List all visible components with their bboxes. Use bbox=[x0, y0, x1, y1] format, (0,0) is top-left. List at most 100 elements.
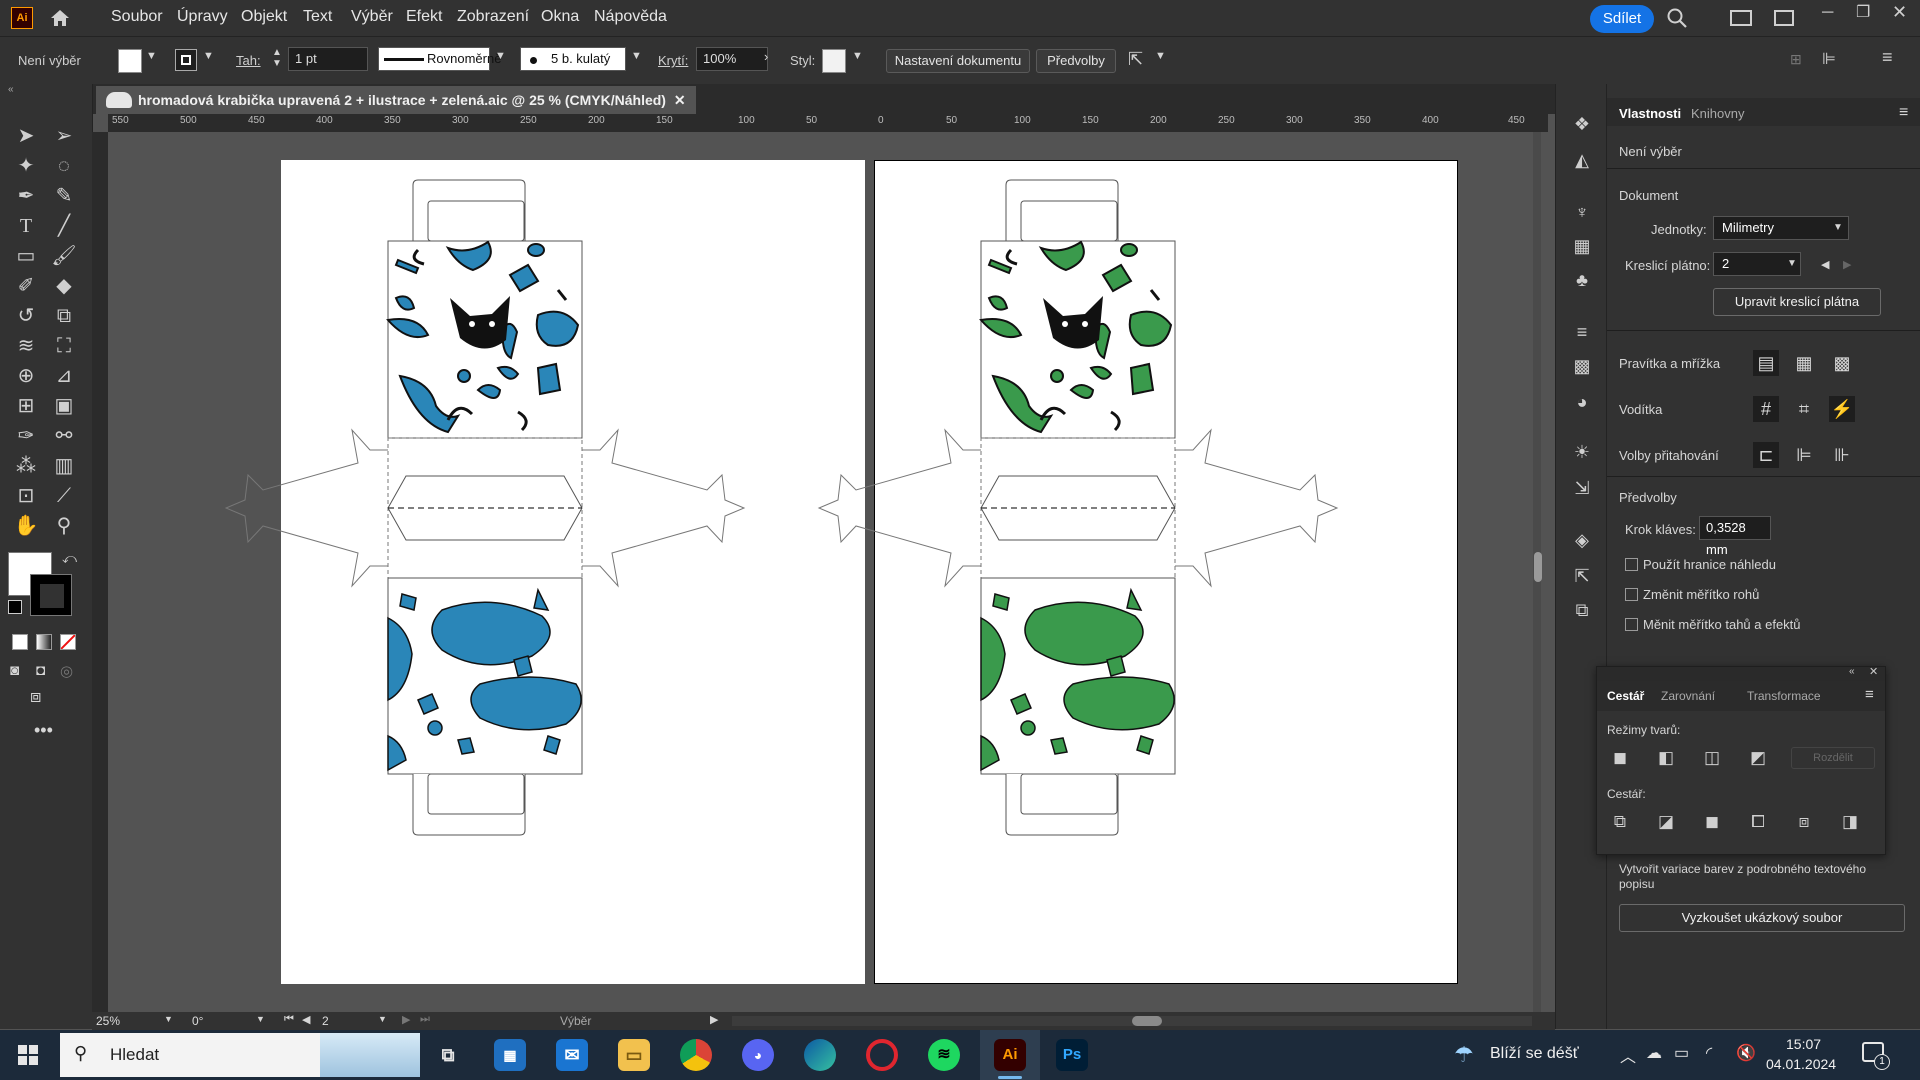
trim-icon[interactable]: ◪ bbox=[1655, 811, 1677, 833]
panel-menu-icon[interactable]: ≡ bbox=[1882, 47, 1893, 68]
column-graph-tool-icon[interactable]: ▥ bbox=[50, 452, 78, 480]
stroke-swatch[interactable] bbox=[175, 49, 197, 71]
scale-strokes-checkbox[interactable] bbox=[1625, 618, 1638, 631]
status-menu-icon[interactable]: ▶ bbox=[710, 1013, 718, 1026]
symbols-icon[interactable]: ♣ bbox=[1570, 268, 1594, 292]
crop-icon[interactable]: ⧠ bbox=[1747, 811, 1769, 833]
chevron-down-icon[interactable]: ▼ bbox=[631, 50, 642, 62]
edit-artboards-button[interactable]: Upravit kreslicí plátna bbox=[1713, 288, 1881, 316]
collapse-panel-icon[interactable]: « bbox=[1849, 666, 1855, 677]
zoom-tool-icon[interactable]: ⚲ bbox=[50, 512, 78, 540]
discord-icon[interactable]: ◕ bbox=[742, 1039, 774, 1071]
lasso-tool-icon[interactable]: ◌ bbox=[50, 152, 78, 180]
chevron-down-icon[interactable]: ▼ bbox=[852, 50, 863, 62]
previous-artboard-icon[interactable]: ◀ bbox=[1821, 258, 1829, 271]
clock-time[interactable]: 15:07 bbox=[1786, 1036, 1821, 1052]
type-tool-icon[interactable]: T bbox=[12, 212, 40, 240]
first-artboard-icon[interactable]: ⏮ bbox=[284, 1013, 294, 1026]
vertical-scroll-thumb[interactable] bbox=[1534, 552, 1542, 582]
menu-vyber[interactable]: Výběr bbox=[351, 8, 393, 26]
opacity-label[interactable]: Krytí: bbox=[658, 53, 688, 68]
opacity-input[interactable]: 100% bbox=[696, 47, 768, 71]
zoom-select[interactable]: 25% bbox=[96, 1012, 160, 1030]
artboard-tool-icon[interactable]: ⊡ bbox=[12, 482, 40, 510]
close-tab-icon[interactable]: ✕ bbox=[674, 92, 686, 108]
recolor-icon[interactable]: ◭ bbox=[1570, 148, 1594, 172]
tab-align[interactable]: Zarovnání bbox=[1661, 689, 1715, 703]
selection-tool-icon[interactable]: ➤ bbox=[12, 122, 40, 150]
opera-icon[interactable] bbox=[866, 1039, 898, 1071]
minus-back-icon[interactable]: ◨ bbox=[1839, 811, 1861, 833]
chevron-up-icon[interactable]: ︿ bbox=[1620, 1043, 1636, 1067]
appearance-icon[interactable]: ☀ bbox=[1570, 440, 1594, 464]
close-icon[interactable]: ✕ bbox=[1892, 2, 1907, 23]
horizontal-scroll-thumb[interactable] bbox=[1132, 1016, 1162, 1026]
stroke-color-swatch[interactable] bbox=[30, 574, 72, 616]
menu-napoveda[interactable]: Nápověda bbox=[594, 8, 667, 26]
panel-menu-icon[interactable]: ≡ bbox=[1899, 104, 1908, 122]
stroke-label[interactable]: Tah: bbox=[236, 53, 261, 68]
mail-icon[interactable]: ✉ bbox=[556, 1039, 588, 1071]
free-transform-tool-icon[interactable]: ⛶ bbox=[50, 332, 78, 360]
chevron-down-icon[interactable]: ▼ bbox=[146, 50, 157, 62]
spotify-icon[interactable]: ≋ bbox=[928, 1039, 960, 1071]
weather-icon[interactable]: ☂ bbox=[1454, 1042, 1474, 1068]
grid-icon[interactable]: ▦ bbox=[1791, 350, 1817, 376]
restore-icon[interactable]: ❐ bbox=[1856, 2, 1870, 22]
fill-swatch[interactable] bbox=[118, 49, 142, 73]
layers-icon[interactable]: ◈ bbox=[1570, 528, 1594, 552]
menu-efekt[interactable]: Efekt bbox=[406, 8, 442, 26]
symbol-sprayer-tool-icon[interactable]: ⁂ bbox=[12, 452, 40, 480]
align-icon[interactable]: ⊞ bbox=[1790, 51, 1802, 68]
export-icon[interactable]: ⇱ bbox=[1570, 564, 1594, 588]
next-artboard-icon[interactable]: ▶ bbox=[1843, 258, 1851, 271]
magic-wand-tool-icon[interactable]: ✦ bbox=[12, 152, 40, 180]
units-select[interactable]: Milimetry bbox=[1713, 216, 1849, 240]
blend-tool-icon[interactable]: ⚯ bbox=[50, 422, 78, 450]
photoshop-icon[interactable]: Ps bbox=[1056, 1039, 1088, 1071]
exclude-icon[interactable]: ◩ bbox=[1747, 747, 1769, 769]
menu-zobrazeni[interactable]: Zobrazení bbox=[457, 8, 529, 26]
color-mode-icon[interactable] bbox=[12, 634, 28, 650]
previous-artboard-icon[interactable]: ◀ bbox=[302, 1013, 310, 1026]
windows-start-icon[interactable] bbox=[18, 1045, 38, 1065]
transform-icon[interactable]: ⇱ bbox=[1128, 49, 1143, 70]
tab-properties[interactable]: Vlastnosti bbox=[1619, 106, 1681, 121]
menu-text[interactable]: Text bbox=[303, 8, 332, 26]
more-tools-icon[interactable]: ••• bbox=[34, 720, 53, 741]
show-guides-icon[interactable]: # bbox=[1753, 396, 1779, 422]
search-icon[interactable] bbox=[1666, 7, 1688, 29]
swap-colors-icon[interactable]: ⤺ bbox=[62, 550, 77, 567]
perspective-grid-tool-icon[interactable]: ⊿ bbox=[50, 362, 78, 390]
distribute-icon[interactable]: ⊫ bbox=[1822, 49, 1836, 69]
workspace-icon[interactable] bbox=[1774, 10, 1794, 26]
menu-soubor[interactable]: Soubor bbox=[111, 8, 163, 26]
hand-tool-icon[interactable]: ✋ bbox=[12, 512, 40, 540]
mesh-tool-icon[interactable]: ⊞ bbox=[12, 392, 40, 420]
brushes-icon[interactable]: ♆ bbox=[1570, 200, 1594, 224]
vertical-ruler[interactable] bbox=[92, 132, 108, 1012]
preferences-button[interactable]: Předvolby bbox=[1036, 49, 1116, 73]
menu-objekt[interactable]: Objekt bbox=[241, 8, 287, 26]
arrange-documents-icon[interactable] bbox=[1730, 10, 1752, 26]
snap-to-glyph-icon[interactable]: ⊪ bbox=[1829, 442, 1855, 468]
direct-selection-tool-icon[interactable]: ➢ bbox=[50, 122, 78, 150]
artboard-number-input[interactable]: 2 bbox=[322, 1012, 372, 1030]
chevron-down-icon[interactable]: ▼ bbox=[256, 1014, 265, 1024]
chevron-down-icon[interactable]: ▼ bbox=[1155, 50, 1166, 62]
panel-menu-icon[interactable]: ≡ bbox=[1865, 686, 1874, 703]
rulers-icon[interactable]: ▤ bbox=[1753, 350, 1779, 376]
eraser-tool-icon[interactable]: ◆ bbox=[50, 272, 78, 300]
try-sample-file-button[interactable]: Vyzkoušet ukázkový soubor bbox=[1619, 904, 1905, 932]
horizontal-ruler[interactable]: 550 500 450 400 350 300 250 200 150 100 … bbox=[108, 114, 1548, 132]
chevron-down-icon[interactable]: ▼ bbox=[164, 1014, 173, 1024]
expand-button[interactable]: Rozdělit bbox=[1791, 747, 1875, 769]
draw-inside-icon[interactable]: ◎ bbox=[60, 662, 73, 680]
document-setup-button[interactable]: Nastavení dokumentu bbox=[886, 49, 1030, 73]
chevron-down-icon[interactable]: ▼ bbox=[203, 50, 214, 62]
draw-normal-icon[interactable]: ◙ bbox=[10, 662, 19, 679]
minus-front-icon[interactable]: ◧ bbox=[1655, 747, 1677, 769]
lock-guides-icon[interactable]: ⌗ bbox=[1791, 396, 1817, 422]
network-alert-icon[interactable]: ☁ bbox=[1646, 1043, 1662, 1063]
tab-transform[interactable]: Transformace bbox=[1747, 689, 1821, 703]
